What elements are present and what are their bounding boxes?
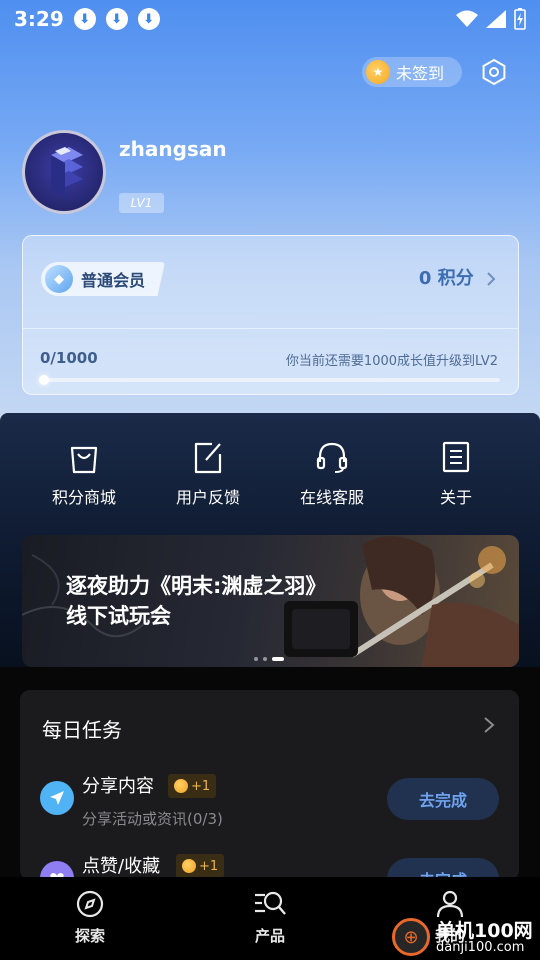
task-reward-badge: +1 (168, 774, 217, 798)
tab-label: 产品 (254, 927, 285, 945)
tab-explore[interactable]: 探索 (40, 889, 140, 946)
banner-title-line-1: 逐夜助力《明末:渊虚之羽》 (66, 574, 327, 598)
quick-action-feedback[interactable]: 用户反馈 (146, 440, 270, 508)
wifi-icon (456, 10, 478, 27)
signin-button[interactable]: ★ 未签到 (362, 57, 462, 87)
banner-title: 逐夜助力《明末:渊虚之羽》 线下试玩会 (66, 571, 326, 631)
go-complete-button[interactable]: 去完成 (387, 778, 499, 820)
chevron-right-icon (487, 272, 496, 286)
coin-icon: ★ (366, 60, 390, 84)
daily-tasks-title: 每日任务 (42, 718, 122, 742)
quick-action-online-service[interactable]: 在线客服 (270, 440, 394, 508)
banner-dot-active (272, 657, 284, 661)
task-title: 分享内容 (82, 776, 154, 797)
task-reward-badge: +1 (176, 854, 225, 878)
compass-icon (76, 890, 104, 918)
signal-icon (486, 10, 506, 28)
edit-icon (194, 442, 222, 474)
quick-action-label: 用户反馈 (175, 488, 240, 507)
chevron-right-icon[interactable] (483, 716, 495, 734)
settings-hexagon-icon[interactable] (480, 58, 508, 86)
banner-dot (263, 657, 267, 661)
quick-action-label: 积分商城 (51, 488, 116, 507)
watermark-line-2: danji100.com (436, 940, 525, 955)
growth-progress-text: 0/1000 (40, 349, 98, 367)
headset-icon (316, 442, 348, 473)
avatar-logo-icon (51, 147, 83, 197)
username: zhangsan (119, 137, 227, 161)
member-tier-label: 普通会员 (81, 271, 146, 290)
task-row-share: 分享内容 +1 分享活动或资讯(0/3) 去完成 (20, 770, 519, 840)
paper-plane-icon (40, 781, 74, 815)
coin-icon (174, 779, 188, 793)
diamond-icon: ◆ (45, 265, 73, 293)
status-time: 3:29 (14, 7, 64, 31)
download-icon: ⬇ (105, 8, 128, 30)
growth-progress-bar (40, 378, 500, 382)
task-reward: +1 (199, 858, 219, 874)
task-description: 分享活动或资讯(0/3) (82, 810, 223, 828)
promo-banner[interactable]: 逐夜助力《明末:渊虚之羽》 线下试玩会 (22, 535, 519, 667)
signin-label: 未签到 (396, 64, 445, 83)
banner-dot (254, 657, 258, 661)
tab-products[interactable]: 产品 (220, 889, 320, 946)
member-tier-badge: ◆ 普通会员 (41, 262, 165, 296)
task-title: 点赞/收藏 (82, 856, 161, 877)
task-reward: +1 (191, 778, 211, 794)
points-value: 0 积分 (418, 268, 474, 289)
level-badge: LV1 (119, 193, 164, 213)
watermark-line-1: 单机100网 (436, 920, 533, 942)
document-icon (442, 441, 470, 473)
download-icon: ⬇ (137, 8, 160, 30)
daily-tasks-card: 每日任务 分享内容 +1 分享活动或资讯(0/3) 去完成 点赞/收藏 +1 去… (20, 690, 519, 900)
tab-label: 探索 (74, 927, 105, 945)
membership-card[interactable]: ◆ 普通会员 0 积分 0/1000 你当前还需要1000成长值升级到LV2 (22, 235, 519, 395)
status-bar: 3:29 ⬇ ⬇ ⬇ (0, 0, 540, 38)
battery-charging-icon (514, 8, 526, 30)
quick-action-points-mall[interactable]: 积分商城 (22, 440, 146, 508)
search-list-icon (255, 891, 286, 915)
avatar[interactable] (22, 130, 106, 214)
watermark-logo-icon: ⊕ (392, 918, 430, 956)
site-watermark: ⊕ 单机100网 danji100.com (392, 914, 540, 960)
progress-indicator-dot (39, 375, 49, 385)
banner-title-line-2: 线下试玩会 (66, 604, 171, 628)
upgrade-hint: 你当前还需要1000成长值升级到LV2 (285, 354, 498, 369)
shopping-bag-icon (70, 446, 98, 474)
quick-action-label: 在线客服 (299, 488, 364, 507)
coin-icon (182, 859, 196, 873)
quick-action-about[interactable]: 关于 (394, 440, 518, 508)
download-icon: ⬇ (73, 8, 96, 30)
points-link[interactable]: 0 积分 (419, 264, 496, 290)
card-divider (23, 328, 518, 329)
quick-action-label: 关于 (439, 488, 472, 507)
banner-pagination (254, 657, 284, 661)
